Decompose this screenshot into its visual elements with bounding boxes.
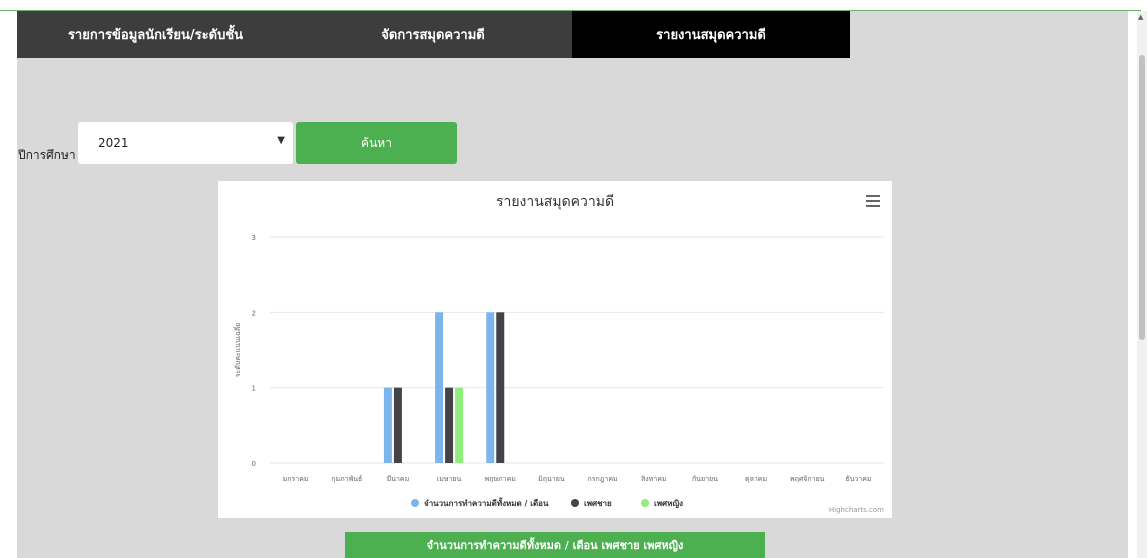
chart-title: รายงานสมุดความดี bbox=[495, 194, 615, 210]
tab-student-info[interactable]: รายการข้อมูลนักเรียน/ระดับชั้น bbox=[17, 11, 294, 58]
x-tick-label: กันยายน bbox=[692, 475, 718, 483]
report-chart: รายงานสมุดความดี 0 1 2 3 ระดับคะแนนเฉลี่ยมกร… bbox=[218, 181, 892, 518]
legend-marker bbox=[641, 499, 649, 507]
page-scrollbar[interactable]: ▲ bbox=[1137, 11, 1147, 558]
chart-menu-icon[interactable] bbox=[866, 195, 880, 207]
bar bbox=[486, 312, 495, 463]
x-tick-label: กุมภาพันธ์ bbox=[331, 475, 362, 483]
chart-plot: 0 1 2 3 ระดับคะแนนเฉลี่ยมกราคม กุมภาพันธ์ มีนา… bbox=[233, 234, 884, 509]
scrollbar-thumb[interactable] bbox=[1139, 55, 1145, 340]
report-summary-button[interactable]: จำนวนการทำความดีทั้งหมด / เดือน เพศชาย เ… bbox=[345, 532, 765, 558]
y-tick-label: 0 bbox=[252, 460, 256, 468]
academic-year-label: ปีการศึกษา : bbox=[18, 148, 84, 162]
x-tick-label: มิถุนายน bbox=[538, 475, 565, 483]
x-tick-label: กรกฎาคม bbox=[587, 475, 617, 483]
bar bbox=[445, 387, 454, 463]
tab-bar: รายการข้อมูลนักเรียน/ระดับชั้น จัดการสมุ… bbox=[17, 11, 850, 58]
legend-marker bbox=[411, 499, 419, 507]
bar bbox=[435, 312, 444, 463]
x-tick-label: ธันวาคม bbox=[845, 475, 871, 483]
academic-year-value: 2021 bbox=[98, 136, 129, 150]
x-tick-label: ตุลาคม bbox=[745, 475, 767, 483]
chevron-down-icon: ▼ bbox=[277, 135, 285, 146]
search-button[interactable]: ค้นหา bbox=[296, 122, 457, 164]
bar bbox=[496, 312, 505, 463]
tab-manage-goodness-book[interactable]: จัดการสมุดความดี bbox=[294, 11, 572, 58]
x-tick-label: มีนาคม bbox=[387, 475, 410, 483]
x-tick-label: พฤศจิกายน bbox=[790, 475, 825, 483]
scroll-up-icon[interactable]: ▲ bbox=[1138, 13, 1143, 21]
legend-item: จำนวนการทำความดีทั้งหมด / เดือน bbox=[424, 497, 549, 508]
legend-item: เพศหญิง bbox=[654, 499, 683, 509]
bar bbox=[393, 387, 402, 463]
legend-item: เพศชาย bbox=[584, 499, 612, 508]
bar bbox=[383, 387, 392, 463]
y-axis-label: ระดับคะแนนเฉลี่ย bbox=[233, 323, 242, 378]
y-tick-label: 1 bbox=[252, 385, 256, 393]
legend-marker bbox=[571, 499, 579, 507]
y-tick-label: 2 bbox=[252, 309, 256, 317]
x-tick-label: เมษายน bbox=[437, 475, 462, 483]
tab-goodness-report[interactable]: รายงานสมุดความดี bbox=[572, 11, 850, 58]
x-tick-label: พฤษภาคม bbox=[485, 475, 516, 483]
x-tick-label: มกราคม bbox=[283, 475, 309, 483]
x-tick-label: สิงหาคม bbox=[641, 475, 667, 483]
bar bbox=[455, 387, 464, 463]
y-tick-label: 3 bbox=[252, 234, 256, 242]
chart-credits[interactable]: Highcharts.com bbox=[829, 506, 884, 514]
academic-year-select[interactable]: 2021 ▼ bbox=[78, 122, 293, 164]
